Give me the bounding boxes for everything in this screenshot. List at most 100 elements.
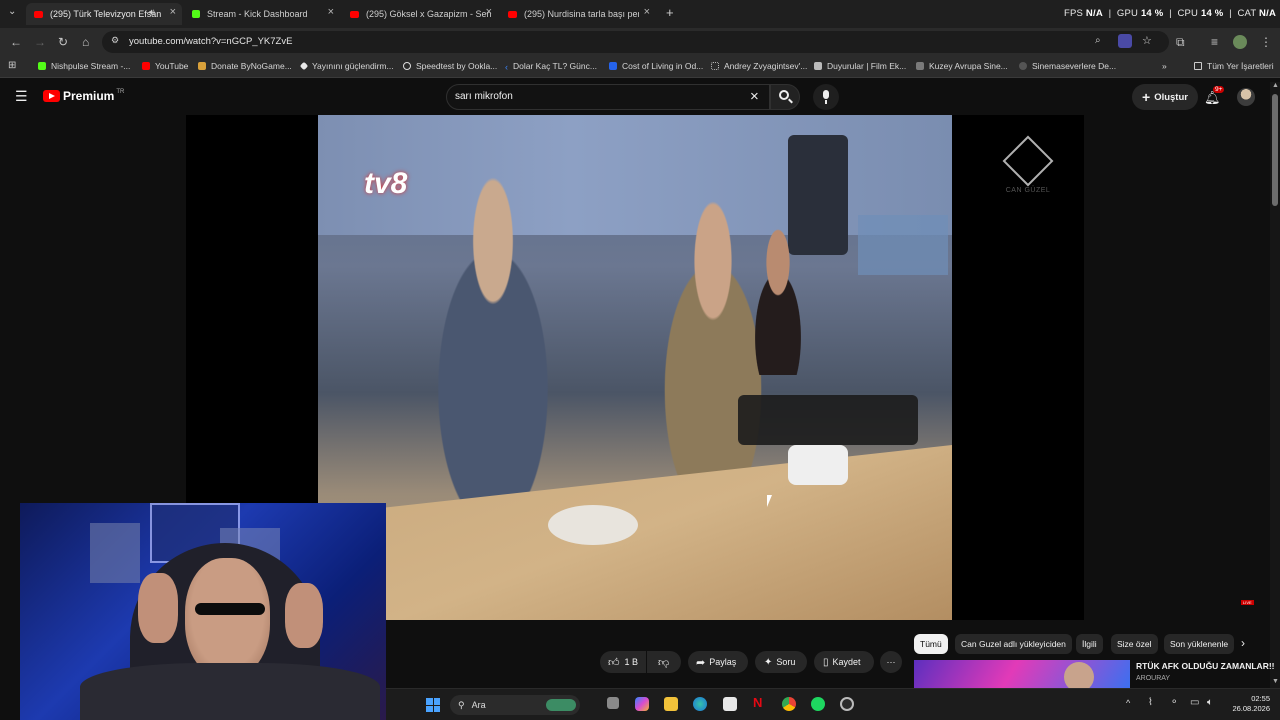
ask-button[interactable]: ✦ Soru xyxy=(755,651,807,673)
tab-youtube-active[interactable]: (295) Türk Televizyon Efsan 🔊︎ × xyxy=(26,3,182,25)
hamburger-menu-icon[interactable]: ☰ xyxy=(15,88,28,105)
share-button[interactable]: ➦ Paylaş xyxy=(688,651,748,673)
youtube-premium-logo[interactable]: Premium TR xyxy=(43,89,124,103)
close-tab-icon[interactable]: × xyxy=(170,6,176,18)
site-icon xyxy=(916,62,924,70)
clock[interactable]: 02:55 26.08.2026 xyxy=(1228,694,1270,714)
chip-label: Son yüklenenle xyxy=(1170,639,1229,649)
all-bookmarks-button[interactable]: Tüm Yer İşaretleri xyxy=(1194,61,1274,71)
scroll-down-arrow-icon[interactable]: ▼ xyxy=(1272,678,1279,685)
bookmark-youtube[interactable]: YouTube xyxy=(142,61,188,71)
cpu-label: CPU xyxy=(1177,8,1199,19)
tv8-channel-logo: tv8 xyxy=(364,167,407,201)
bookmark-sinemaseverler[interactable]: Sinemaseverlere De... xyxy=(1019,61,1116,71)
clear-search-icon[interactable]: × xyxy=(750,88,759,105)
bookmark-label: Dolar Kaç TL? Günc... xyxy=(513,61,597,71)
cat-value: N/A xyxy=(1259,8,1277,19)
url-text[interactable]: youtube.com/watch?v=nGCP_YK7ZvE xyxy=(129,36,292,47)
search-button[interactable] xyxy=(770,84,800,110)
back-icon[interactable]: ← xyxy=(10,35,22,49)
bookmark-yayin[interactable]: Yayınını güçlendirm... xyxy=(299,61,394,71)
taskbar-search[interactable]: ⚲ Ara xyxy=(450,695,580,715)
like-button[interactable]: 👍︎ 1 B xyxy=(600,651,646,673)
save-button[interactable]: ▯ Kaydet xyxy=(814,651,874,673)
network-icon[interactable]: ⌇ xyxy=(1148,697,1153,708)
bookmarks-overflow-icon[interactable]: » xyxy=(1162,61,1167,71)
apps-grid-icon[interactable]: ⊞ xyxy=(8,60,16,71)
cast-icon[interactable] xyxy=(1118,34,1132,48)
recommended-video-thumbnail[interactable] xyxy=(914,660,1130,688)
voice-search-button[interactable] xyxy=(813,84,839,110)
bookmark-zvyagintsev[interactable]: Andrey Zvyagintsev'... xyxy=(711,61,807,71)
display-icon[interactable]: ▭ xyxy=(1190,697,1199,708)
browser-menu-icon[interactable]: ⋮ xyxy=(1260,35,1272,49)
microphone-tray-icon[interactable]: ⚬ xyxy=(1170,697,1178,708)
tab-list-chevron-icon[interactable]: ⌄ xyxy=(8,6,16,17)
notifications-button[interactable]: 🔔︎ 9+ xyxy=(1204,86,1225,107)
tab-title: (295) Türk Televizyon Efsan xyxy=(50,9,162,19)
volume-icon[interactable]: 🔈︎ xyxy=(1207,697,1213,708)
extensions-icon[interactable]: ⧉ xyxy=(1176,35,1185,50)
obs-icon[interactable] xyxy=(840,697,854,711)
tab-kick[interactable]: Stream - Kick Dashboard × xyxy=(184,3,340,25)
bookmark-kuzeyavrupa[interactable]: Kuzey Avrupa Sine... xyxy=(916,61,1008,71)
tab-youtube-nurdisina[interactable]: (295) Nurdisina tarla başı perisi × xyxy=(500,3,656,25)
profile-avatar[interactable] xyxy=(1233,35,1247,49)
dislike-button[interactable]: 👎︎ xyxy=(647,651,681,673)
search-box[interactable]: sarı mikrofon × xyxy=(446,84,770,110)
chip-related[interactable]: İlgili xyxy=(1076,634,1103,654)
chip-for-you[interactable]: Size özel xyxy=(1111,634,1158,654)
home-icon[interactable]: ⌂ xyxy=(82,35,89,49)
netflix-icon[interactable]: N xyxy=(753,695,767,710)
bookmarks-bar: ⊞ Nishpulse Stream -... YouTube Donate B… xyxy=(0,56,1280,78)
star-bookmark-icon[interactable]: ☆ xyxy=(1142,34,1152,47)
close-tab-icon[interactable]: × xyxy=(644,6,650,18)
start-button[interactable] xyxy=(426,698,440,712)
video-frame[interactable]: tv8 xyxy=(318,115,952,620)
recommended-video-title[interactable]: RTÜK AFK OLDUĞU ZAMANLAR!! xyxy=(1136,661,1275,671)
scroll-up-arrow-icon[interactable]: ▲ xyxy=(1272,82,1279,89)
chips-next-icon[interactable]: › xyxy=(1241,636,1245,650)
recommended-video-channel[interactable]: AROURAY xyxy=(1136,675,1170,682)
chip-all[interactable]: Tümü xyxy=(914,634,948,654)
chip-label: Can Guzel adlı yükleyiciden xyxy=(961,639,1066,649)
edge-browser-icon[interactable] xyxy=(693,697,707,711)
reload-icon[interactable]: ↻ xyxy=(58,35,68,49)
copilot-icon[interactable] xyxy=(635,697,649,711)
bookmark-label: Donate ByNoGame... xyxy=(211,61,292,71)
channel-watermark[interactable]: CAN GÜZEL xyxy=(998,135,1058,194)
bookmark-bynogame[interactable]: Donate ByNoGame... xyxy=(198,61,292,71)
address-bar[interactable]: ⚙︎ youtube.com/watch?v=nGCP_YK7ZvE ⌕ ☆ xyxy=(102,31,1169,53)
tray-overflow-icon[interactable]: ^ xyxy=(1126,698,1130,708)
chrome-icon[interactable] xyxy=(782,697,796,711)
bookmark-nishpulse[interactable]: Nishpulse Stream -... xyxy=(38,61,130,71)
tab-youtube-goksel[interactable]: (295) Göksel x Gazapizm - Sen × xyxy=(342,3,498,25)
bookmark-duyurular[interactable]: Duyurular | Film Ek... xyxy=(814,61,906,71)
microphone-icon xyxy=(823,90,829,99)
search-input[interactable]: sarı mikrofon xyxy=(455,91,513,102)
close-tab-icon[interactable]: × xyxy=(486,6,492,18)
bookmark-costofliving[interactable]: Cost of Living in Od... xyxy=(609,61,703,71)
account-avatar[interactable] xyxy=(1237,88,1255,106)
task-view-icon[interactable] xyxy=(607,697,619,709)
file-explorer-icon[interactable] xyxy=(664,697,678,711)
new-tab-button[interactable]: + xyxy=(666,5,674,20)
page-scrollbar[interactable]: ▲ ▼ xyxy=(1270,82,1280,688)
forward-icon[interactable]: → xyxy=(34,35,46,49)
scrollbar-thumb[interactable] xyxy=(1272,94,1278,206)
site-icon xyxy=(1019,62,1027,70)
close-tab-icon[interactable]: × xyxy=(328,6,334,18)
bookmark-dolar[interactable]: ‹ Dolar Kaç TL? Günc... xyxy=(505,61,597,72)
bookmark-speedtest[interactable]: Speedtest by Ookla... xyxy=(403,61,497,71)
speaker-icon[interactable]: 🔊︎ xyxy=(149,7,155,18)
microsoft-store-icon[interactable] xyxy=(723,697,737,711)
bookmark-label: Duyurular | Film Ek... xyxy=(827,61,907,71)
more-actions-button[interactable]: ··· xyxy=(880,651,902,673)
zoom-icon[interactable]: ⌕ xyxy=(1095,35,1101,46)
chip-recently-uploaded[interactable]: Son yüklenenle xyxy=(1164,634,1234,654)
media-controls-icon[interactable]: ≡ xyxy=(1211,35,1218,49)
chip-from-uploader[interactable]: Can Guzel adlı yükleyiciden xyxy=(955,634,1072,654)
site-info-icon[interactable]: ⚙︎ xyxy=(111,35,119,46)
spotify-icon[interactable] xyxy=(811,697,825,711)
create-button[interactable]: + Oluştur xyxy=(1132,84,1198,110)
